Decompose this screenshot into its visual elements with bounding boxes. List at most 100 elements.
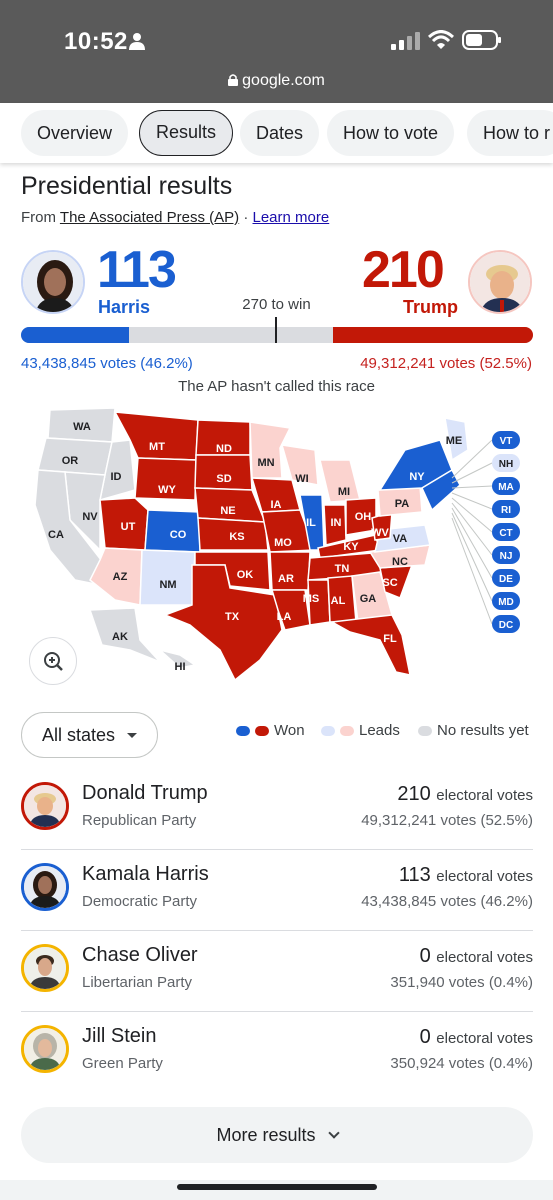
trump-bar-fill — [333, 327, 533, 343]
person-icon — [129, 33, 145, 50]
state-label-wi: WI — [295, 473, 308, 485]
callout-label-ri: RI — [501, 505, 511, 516]
state-label-or: OR — [62, 455, 79, 467]
state-label-ak: AK — [112, 631, 128, 643]
tab-how-to-vote[interactable]: How to vote — [327, 110, 455, 156]
state-label-me: ME — [446, 435, 463, 447]
legend-leads-label: Leads — [359, 722, 400, 739]
candidate-row-oliver[interactable]: Chase Oliver Libertarian Party 0 elector… — [21, 931, 533, 1012]
more-results-label: More results — [216, 1125, 316, 1145]
tab-bar: Overview Results Dates How to vote How t… — [0, 103, 553, 163]
trump-ev: 210 — [362, 241, 445, 299]
state-label-nd: ND — [216, 443, 232, 455]
legend-won-dem-swatch — [236, 726, 250, 736]
state-nm — [139, 549, 196, 606]
candidate-votes: 351,940 votes (0.4%) — [390, 974, 533, 991]
legend-no-results-swatch — [418, 726, 432, 736]
stein-avatar-small — [21, 1025, 69, 1073]
candidate-name: Chase Oliver — [82, 944, 198, 966]
zoom-button[interactable] — [29, 637, 77, 685]
state-filter-dropdown[interactable]: All states — [21, 712, 158, 758]
state-label-nc: NC — [392, 556, 408, 568]
state-label-id: ID — [111, 471, 122, 483]
zoom-in-icon — [44, 652, 63, 671]
state-label-nv: NV — [82, 511, 98, 523]
callout-line-nh — [451, 462, 493, 484]
url-bar[interactable]: google.com — [0, 72, 553, 90]
tab-results[interactable]: Results — [139, 110, 234, 156]
state-label-az: AZ — [113, 571, 128, 583]
state-label-ut: UT — [121, 521, 136, 533]
state-label-ks: KS — [229, 531, 244, 543]
candidate-ev: 0 electoral votes — [420, 1026, 533, 1049]
callout-label-dc: DC — [499, 620, 513, 631]
bottom-strip — [0, 1180, 553, 1200]
state-label-ca: CA — [48, 529, 64, 541]
state-label-il: IL — [306, 517, 316, 529]
state-label-ky: KY — [343, 541, 359, 553]
state-label-hi: HI — [175, 661, 186, 673]
callout-label-de: DE — [499, 574, 513, 585]
callout-label-vt: VT — [500, 436, 513, 447]
wifi-icon — [428, 30, 454, 49]
electoral-progress-bar — [21, 327, 533, 343]
candidate-ev-label: electoral votes — [436, 949, 533, 966]
trump-votes: 49,312,241 votes (52.5%) — [360, 355, 532, 372]
candidate-ev: 210 electoral votes — [397, 783, 533, 806]
tab-how-to-register[interactable]: How to r — [467, 110, 553, 156]
state-label-pa: PA — [395, 498, 410, 510]
candidate-ev-number: 0 — [419, 1026, 431, 1048]
candidate-name: Donald Trump — [82, 782, 208, 804]
state-label-ok: OK — [237, 569, 254, 581]
candidate-party: Libertarian Party — [82, 974, 193, 991]
state-label-mn: MN — [257, 457, 274, 469]
candidate-name: Kamala Harris — [82, 863, 209, 885]
learn-more-link[interactable]: Learn more — [253, 209, 330, 226]
callout-line-dc — [451, 517, 493, 625]
candidate-ev-label: electoral votes — [436, 868, 533, 885]
to-win-label: 270 to win — [242, 296, 311, 313]
tab-overview[interactable]: Overview — [21, 110, 129, 156]
legend-won-rep-swatch — [255, 726, 269, 736]
candidate-row-trump[interactable]: Donald Trump Republican Party 210 electo… — [21, 769, 533, 850]
harris-ev: 113 — [97, 241, 177, 299]
state-fl — [329, 614, 411, 676]
candidate-votes: 350,924 votes (0.4%) — [390, 1055, 533, 1072]
state-label-co: CO — [170, 529, 187, 541]
battery-icon — [462, 30, 501, 50]
state-label-ar: AR — [278, 573, 294, 585]
home-indicator — [177, 1184, 377, 1190]
legend-no-results-label: No results yet — [437, 722, 529, 739]
dropdown-caret-icon — [127, 733, 137, 738]
source-prefix: From — [21, 209, 56, 226]
candidate-ev: 113 electoral votes — [399, 864, 533, 887]
state-label-al: AL — [331, 595, 346, 607]
state-filter-label: All states — [42, 725, 116, 745]
candidate-ev-number: 0 — [419, 945, 431, 967]
state-label-va: VA — [393, 533, 408, 545]
state-label-wa: WA — [73, 421, 91, 433]
state-label-mo: MO — [274, 537, 292, 549]
tab-dates[interactable]: Dates — [240, 110, 320, 156]
win-threshold-marker — [275, 317, 277, 343]
candidate-party: Democratic Party — [82, 893, 198, 910]
candidate-ev-label: electoral votes — [436, 787, 533, 804]
status-bar: 10:52 google.com — [0, 0, 553, 103]
state-label-wv: WV — [371, 527, 389, 539]
us-electoral-map[interactable]: WA OR ID MT ND SD WY NV CA UT CO NE KS AZ NM OK TX MN IA MO… — [20, 400, 540, 690]
state-label-sc: SC — [382, 577, 397, 589]
state-label-nm: NM — [159, 579, 176, 591]
more-results-button[interactable]: More results — [21, 1107, 533, 1163]
candidate-party: Republican Party — [82, 812, 197, 829]
candidate-ev-number: 113 — [398, 864, 431, 886]
candidate-row-harris[interactable]: Kamala Harris Democratic Party 113 elect… — [21, 850, 533, 931]
candidate-ev: 0 electoral votes — [420, 945, 533, 968]
state-label-ga: GA — [360, 593, 377, 605]
callout-line-nj — [451, 502, 493, 556]
state-label-ny: NY — [409, 471, 425, 483]
callout-line-ri — [451, 492, 493, 510]
candidate-ev-label: electoral votes — [436, 1030, 533, 1047]
candidate-ev-number: 210 — [397, 783, 431, 805]
candidate-row-stein[interactable]: Jill Stein Green Party 0 electoral votes… — [21, 1012, 533, 1093]
source-link[interactable]: The Associated Press (AP) — [60, 209, 239, 226]
